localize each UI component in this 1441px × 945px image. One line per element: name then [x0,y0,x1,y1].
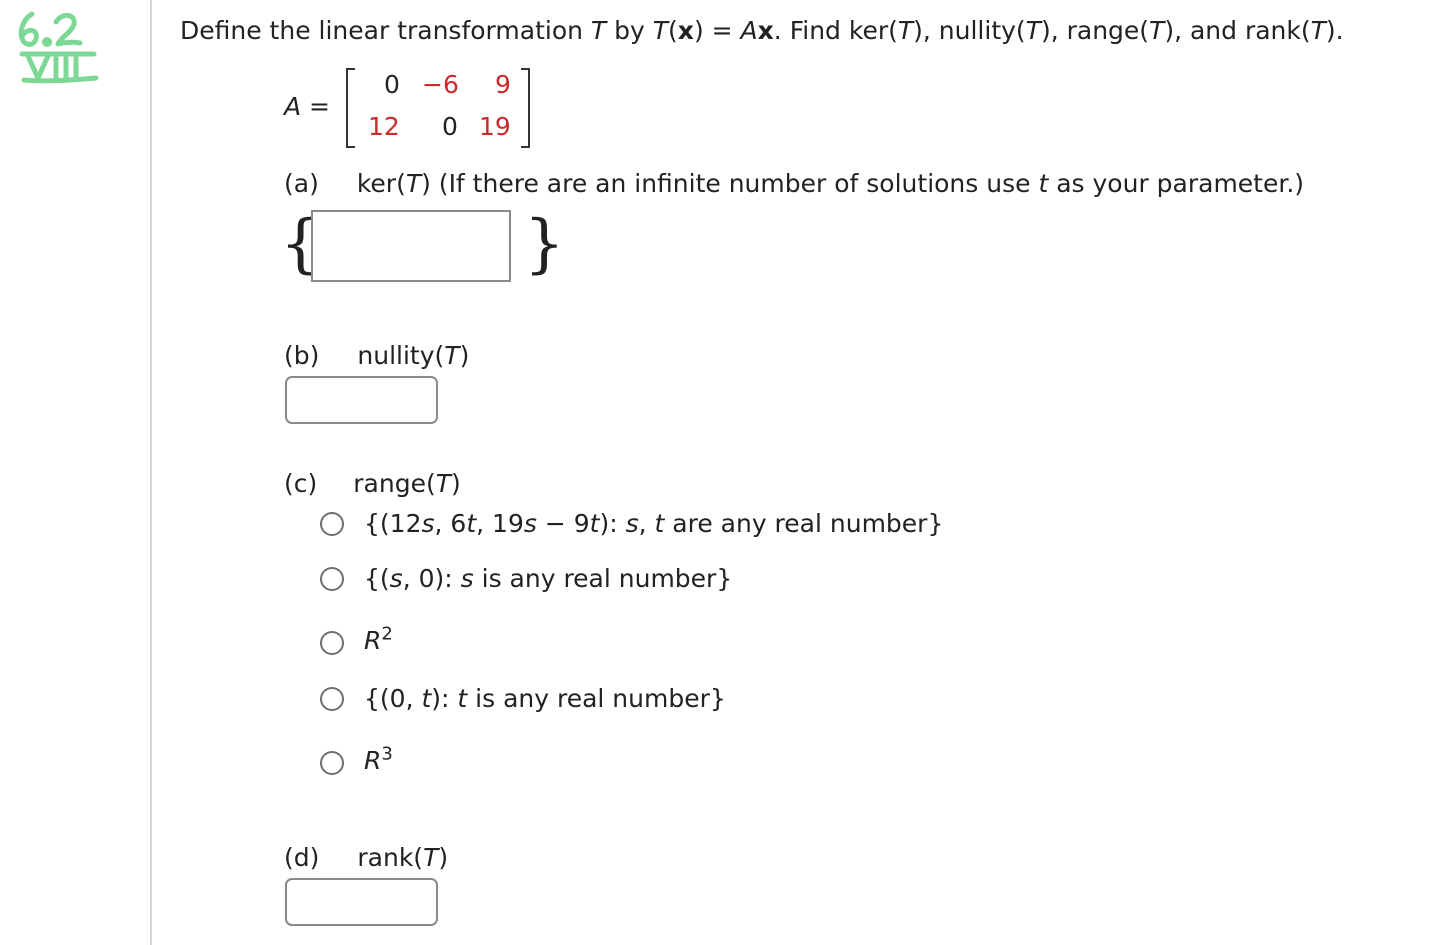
question-fragment: by [606,16,653,45]
question-fragment: ), range( [1040,16,1150,45]
part-c-prompt: (c) range(T) [284,469,461,499]
var-t: t [589,509,600,538]
var-T: T [423,843,439,872]
var-s: s [625,509,639,538]
matrix-cell: 12 [368,112,400,141]
matrix-cell: 9 [495,70,511,99]
part-a-prompt: (a) ker(T) (If there are an infinite numb… [284,169,1304,199]
question-fragment: . Find ker( [773,16,898,45]
range-option-1-radio[interactable] [320,512,344,536]
var-s: s [389,564,403,593]
option-fragment: , [638,509,655,538]
option-fragment: − 9 [536,509,590,538]
option-fragment: is any real number} [467,684,726,713]
var-t: t [466,509,477,538]
matrix-cell: 19 [479,112,511,141]
var-T: T [435,469,451,498]
exponent: 2 [381,623,393,645]
var-s: s [421,509,435,538]
prompt-fragment: ) [438,843,449,872]
range-option-5-radio[interactable] [320,751,344,775]
question-text: Define the linear transformation T by T(… [180,16,1344,46]
part-letter: (c) [284,469,318,498]
prompt-fragment: as your parameter.) [1048,169,1305,198]
exponent: 3 [381,743,393,765]
part-letter: (b) [284,341,320,370]
range-option-4-label[interactable]: {(0, t): t is any real number} [364,684,726,714]
option-fragment: {(0, [364,684,422,713]
range-option-3-radio[interactable] [320,631,344,655]
matrix-label: A = [284,92,330,121]
var-T: T [1310,16,1326,45]
question-fragment: ) = [693,16,741,45]
var-s: s [523,509,537,538]
matrix-left-bracket [346,68,355,148]
var-T: T [405,169,422,198]
var-R: R [364,626,382,655]
var-T: T [652,16,669,45]
var-T: T [1025,16,1041,45]
matrix-cell: 0 [442,112,458,141]
range-option-2-label[interactable]: {(s, 0): s is any real number} [364,564,732,594]
part-letter: (d) [284,843,320,872]
part-letter: (a) [284,169,319,198]
range-option-2-radio[interactable] [320,567,344,591]
matrix-right-bracket [521,68,530,148]
kernel-answer-input[interactable] [311,210,511,282]
var-A: A [740,16,758,45]
question-fragment: Define the linear transformation [180,16,591,45]
prompt-fragment: ) [451,469,461,498]
var-x: x [677,16,694,45]
option-fragment: , 0): [402,564,461,593]
prompt-fragment: nullity( [357,341,445,370]
prompt-fragment: ker( [356,169,406,198]
left-margin [0,0,152,945]
question-fragment: ( [668,16,678,45]
range-option-3-label[interactable]: R2 [364,623,393,656]
option-fragment: {( [364,564,390,593]
var-t: t [457,684,468,713]
matrix-cell: 0 [384,70,400,99]
prompt-fragment: ) (If there are an infinite number of so… [421,169,1039,198]
question-fragment: ), nullity( [913,16,1026,45]
question-fragment: ). [1325,16,1344,45]
option-fragment: , 6 [434,509,467,538]
var-T: T [444,341,460,370]
part-d-prompt: (d) rank(T) [284,843,448,873]
var-R: R [364,746,382,775]
prompt-fragment: range( [353,469,436,498]
nullity-answer-input[interactable] [285,376,438,424]
var-s: s [460,564,474,593]
option-fragment: , 19 [476,509,524,538]
option-fragment: ): [431,684,458,713]
equals-sign: = [301,92,331,121]
option-fragment: is any real number} [473,564,733,593]
range-option-5-label[interactable]: R3 [364,743,393,776]
matrix-cell: −6 [422,70,459,99]
problem-page: Define the linear transformation T by T(… [0,0,1441,945]
part-b-prompt: (b) nullity(T) [284,341,469,371]
var-x: x [757,16,774,45]
rank-answer-input[interactable] [285,878,438,926]
range-option-1-label[interactable]: {(12s, 6t, 19s − 9t): s, t are any real … [364,509,943,539]
range-option-4-radio[interactable] [320,687,344,711]
var-T: T [1149,16,1165,45]
var-T: T [590,16,607,45]
var-T: T [897,16,914,45]
handwritten-note [18,11,99,84]
var-t: t [1038,169,1049,198]
matrix-A: 0 −6 9 12 0 19 [346,68,530,148]
question-fragment: ), and rank( [1164,16,1311,45]
option-fragment: are any real number} [664,509,944,538]
var-t: t [421,684,432,713]
var-t: t [654,509,665,538]
prompt-fragment: rank( [357,843,424,872]
option-fragment: ): [599,509,626,538]
prompt-fragment: ) [459,341,470,370]
set-brace-close: } [524,207,565,281]
option-fragment: {(12 [364,509,422,538]
var-A: A [284,92,302,121]
